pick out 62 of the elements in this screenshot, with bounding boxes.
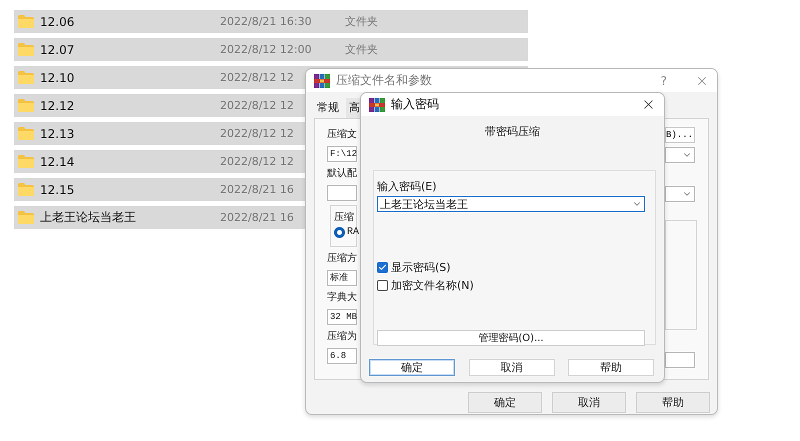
field-label: 输入密码(E)	[377, 179, 438, 194]
field-label: 压缩文	[327, 128, 357, 142]
folder-icon	[18, 155, 34, 168]
text-field[interactable]: 6.8	[327, 348, 357, 364]
dropdown[interactable]	[665, 186, 695, 202]
dialog-button[interactable]: 取消	[468, 359, 554, 376]
folder-icon	[18, 183, 34, 196]
dialog-button[interactable]: 帮助	[568, 359, 654, 376]
checkbox-label: 显示密码(S)	[391, 260, 451, 275]
file-name: 12.06	[14, 14, 220, 28]
file-type: 文件夹	[345, 42, 378, 57]
text-field[interactable]: 32 MB	[327, 309, 357, 325]
field-label: 压缩为	[327, 330, 357, 344]
checkbox[interactable]	[377, 280, 388, 291]
window-title: 输入密码	[391, 96, 440, 113]
dialog-button[interactable]: 确定	[468, 392, 542, 413]
file-name: 12.10	[14, 70, 220, 84]
file-date: 2022/8/21 16	[220, 211, 294, 224]
dialog-button[interactable]: 取消	[552, 392, 626, 413]
field-label: 字典大	[327, 290, 357, 305]
dialog-button[interactable]: 确定	[369, 359, 455, 376]
checkbox-label: 加密文件名称(N)	[391, 278, 474, 293]
file-name: 12.14	[14, 154, 220, 168]
archive-icon	[369, 96, 385, 112]
file-row[interactable]: 12.07 2022/8/12 12:00 文件夹	[14, 38, 528, 61]
file-date: 2022/8/21 16:30	[220, 15, 312, 28]
file-date: 2022/8/12 12	[220, 99, 294, 112]
radio-button[interactable]	[334, 227, 345, 238]
help-button[interactable]: ?	[660, 74, 667, 88]
file-name: 12.12	[14, 98, 220, 112]
folder-icon	[18, 127, 34, 140]
browse-button[interactable]: B)...	[665, 127, 695, 143]
radio-label: RA	[347, 227, 360, 238]
folder-icon	[18, 15, 34, 28]
file-date: 2022/8/12 12	[220, 127, 294, 140]
folder-icon	[18, 71, 34, 84]
file-date: 2022/8/21 16	[220, 183, 294, 196]
folder-icon	[18, 99, 34, 112]
text-field[interactable]: F:\12	[327, 146, 357, 162]
password-field[interactable]: 上老王论坛当老王	[377, 196, 645, 212]
window-title: 压缩文件名和参数	[336, 72, 433, 89]
file-date: 2022/8/12 12	[220, 71, 294, 84]
dropdown[interactable]	[665, 147, 695, 163]
manage-button[interactable]: 管理密码(O)...	[377, 330, 645, 346]
text-field[interactable]	[327, 185, 357, 201]
file-date: 2022/8/12 12:00	[220, 43, 312, 56]
folder-icon	[18, 211, 34, 224]
file-row[interactable]: 12.06 2022/8/21 16:30 文件夹	[14, 10, 528, 33]
folder-icon	[18, 43, 34, 56]
file-date: 2022/8/12 12	[220, 155, 294, 168]
archive-icon	[314, 72, 330, 88]
text-field[interactable]: 标准	[327, 270, 357, 286]
dialog-button[interactable]: 帮助	[636, 392, 710, 413]
file-name: 上老王论坛当老王	[14, 209, 220, 226]
file-name: 12.13	[14, 126, 220, 140]
checkbox[interactable]	[377, 262, 388, 273]
file-name: 12.07	[14, 42, 220, 56]
file-name: 12.15	[14, 182, 220, 196]
file-type: 文件夹	[345, 14, 378, 29]
field-label: 压缩方	[327, 252, 357, 266]
text-field[interactable]	[665, 352, 695, 368]
group-title: 压缩	[334, 210, 354, 224]
